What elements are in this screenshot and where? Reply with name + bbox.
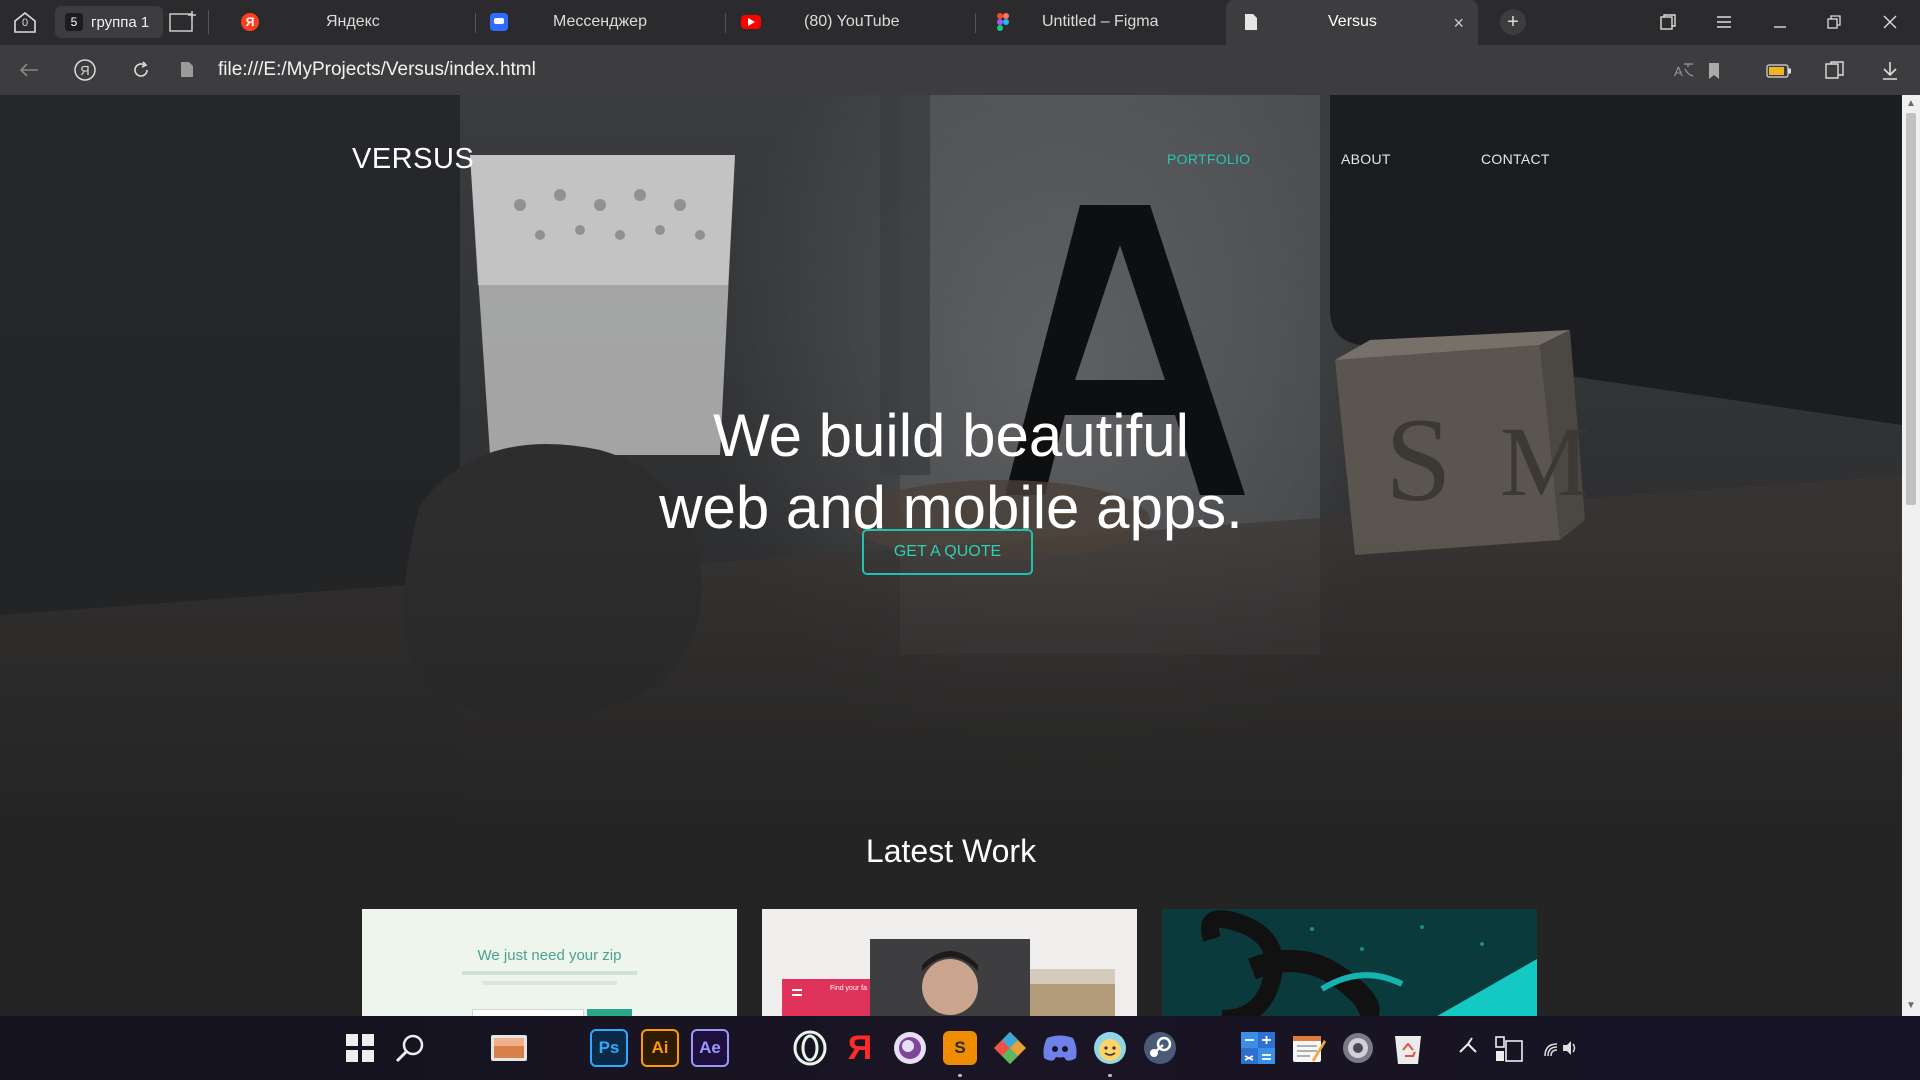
- git-icon[interactable]: [990, 1028, 1030, 1068]
- work-card-title: We just need your zip: [477, 947, 622, 964]
- tab-figma[interactable]: Untitled – Figma: [976, 0, 1224, 45]
- calculator-icon[interactable]: [1238, 1028, 1278, 1068]
- hero-title-line-1: We build beautiful: [713, 402, 1189, 469]
- after-effects-icon[interactable]: Ae: [690, 1028, 730, 1068]
- show-hidden-icons-icon[interactable]: [1448, 1028, 1488, 1068]
- tab-title: Мессенджер: [553, 13, 647, 30]
- svg-text:A: A: [1674, 64, 1683, 79]
- messenger-icon: [490, 13, 508, 31]
- youtube-icon: [741, 15, 761, 29]
- download-icon[interactable]: [1876, 57, 1904, 85]
- photoshop-label: Ps: [590, 1029, 628, 1067]
- svg-text:Я: Я: [80, 63, 89, 78]
- sublime-text-icon[interactable]: S: [940, 1028, 980, 1068]
- sublime-label: S: [943, 1031, 977, 1065]
- work-card-octopus[interactable]: [1162, 909, 1537, 1016]
- running-indicator: [958, 1074, 962, 1077]
- tab-group-chip[interactable]: 5 группа 1: [55, 6, 163, 38]
- nav-link-portfolio[interactable]: PORTFOLIO: [1167, 151, 1250, 167]
- tab-youtube[interactable]: (80) YouTube: [726, 0, 974, 45]
- smiley-app-icon[interactable]: [1090, 1028, 1130, 1068]
- text-placeholder-line: [482, 981, 617, 985]
- home-tab-count: 0: [21, 17, 29, 29]
- figma-icon: [994, 13, 1012, 31]
- minimize-icon[interactable]: [1766, 8, 1794, 36]
- browser-tab-bar: 0 5 группа 1 Я Яндекс Мессенджер (80) Yo…: [0, 0, 1920, 45]
- tab-title: Untitled – Figma: [1042, 13, 1159, 30]
- after-effects-label: Ae: [691, 1029, 729, 1067]
- search-icon[interactable]: [390, 1028, 430, 1068]
- notepad-icon[interactable]: [1288, 1028, 1328, 1068]
- tor-icon[interactable]: [890, 1028, 930, 1068]
- profile-search-text: Find your fa: [830, 985, 867, 992]
- discord-icon[interactable]: [1040, 1028, 1080, 1068]
- menu-icon[interactable]: [1710, 8, 1738, 36]
- yandex-icon: Я: [241, 13, 259, 31]
- extensions-icon[interactable]: [1820, 57, 1848, 85]
- scrollbar-thumb[interactable]: [1906, 113, 1916, 505]
- latest-work-heading: Latest Work: [865, 833, 1037, 869]
- close-window-icon[interactable]: [1876, 8, 1904, 36]
- local-file-icon: [180, 61, 194, 78]
- hero-section: S M VERSUS PORTFOLIO ABOUT CONTACT We bu…: [0, 95, 1902, 835]
- steam-icon[interactable]: [1140, 1028, 1180, 1068]
- recycle-bin-icon[interactable]: [1388, 1028, 1428, 1068]
- home-tabs-icon[interactable]: 0: [9, 6, 41, 38]
- illustrator-label: Ai: [641, 1029, 679, 1067]
- collections-icon[interactable]: [1654, 8, 1682, 36]
- page-viewport: S M VERSUS PORTFOLIO ABOUT CONTACT We bu…: [0, 95, 1902, 1016]
- settings-icon[interactable]: [1338, 1028, 1378, 1068]
- yandex-home-icon[interactable]: Я: [71, 56, 99, 84]
- tab-title: (80) YouTube: [804, 13, 900, 30]
- photoshop-icon[interactable]: Ps: [589, 1028, 629, 1068]
- tab-title: Versus: [1328, 13, 1377, 30]
- zip-button-preview: [587, 1009, 632, 1016]
- site-logo[interactable]: VERSUS: [352, 143, 474, 176]
- address-bar: Я file:///E:/MyProjects/Versus/index.htm…: [0, 45, 1920, 95]
- text-placeholder-line: [462, 971, 637, 975]
- close-tab-icon[interactable]: ×: [1453, 13, 1464, 34]
- tab-title: Яндекс: [326, 13, 380, 30]
- url-field[interactable]: file:///E:/MyProjects/Versus/index.html: [218, 59, 536, 81]
- yandex-browser-icon[interactable]: Я: [840, 1028, 880, 1068]
- windows-taskbar: Ps Ai Ae Я S: [0, 1016, 1920, 1080]
- octopus-illustration: [1162, 909, 1537, 1016]
- nav-link-contact[interactable]: CONTACT: [1481, 151, 1550, 167]
- work-card-zip[interactable]: We just need your zip: [362, 909, 737, 1016]
- start-icon[interactable]: [340, 1028, 380, 1068]
- network-devices-icon[interactable]: [1490, 1028, 1530, 1068]
- nav-link-about[interactable]: ABOUT: [1341, 151, 1391, 167]
- tab-group-label: группа 1: [91, 13, 150, 31]
- tab-versus[interactable]: Versus ×: [1226, 0, 1478, 45]
- battery-saver-icon[interactable]: [1765, 57, 1793, 85]
- wifi-volume-icon[interactable]: [1540, 1028, 1580, 1068]
- tab-separator: [208, 10, 209, 34]
- tab-yandex[interactable]: Я Яндекс: [226, 0, 474, 45]
- new-tab-group-icon[interactable]: [168, 9, 198, 35]
- page-scrollbar[interactable]: ▲ ▼: [1902, 95, 1920, 1016]
- illustrator-icon[interactable]: Ai: [640, 1028, 680, 1068]
- bookmark-icon[interactable]: [1700, 57, 1728, 85]
- work-card-profile[interactable]: Find your fa: [762, 909, 1137, 1016]
- file-explorer-icon[interactable]: [489, 1028, 529, 1068]
- scroll-up-icon[interactable]: ▲: [1906, 98, 1916, 109]
- profile-app-preview: [762, 909, 1137, 1016]
- file-icon: [1242, 13, 1260, 31]
- opera-gx-icon[interactable]: [790, 1028, 830, 1068]
- tab-messenger[interactable]: Мессенджер: [476, 0, 724, 45]
- reload-icon[interactable]: [127, 56, 155, 84]
- back-icon[interactable]: [15, 56, 43, 84]
- zip-input-preview: [472, 1009, 584, 1016]
- tab-group-count: 5: [65, 13, 83, 31]
- running-indicator: [1108, 1074, 1112, 1077]
- scroll-down-icon[interactable]: ▼: [1906, 1000, 1916, 1011]
- translate-icon[interactable]: A: [1670, 57, 1698, 85]
- get-a-quote-button[interactable]: GET A QUOTE: [862, 529, 1033, 575]
- restore-icon[interactable]: [1820, 8, 1848, 36]
- new-tab-button[interactable]: +: [1500, 9, 1526, 35]
